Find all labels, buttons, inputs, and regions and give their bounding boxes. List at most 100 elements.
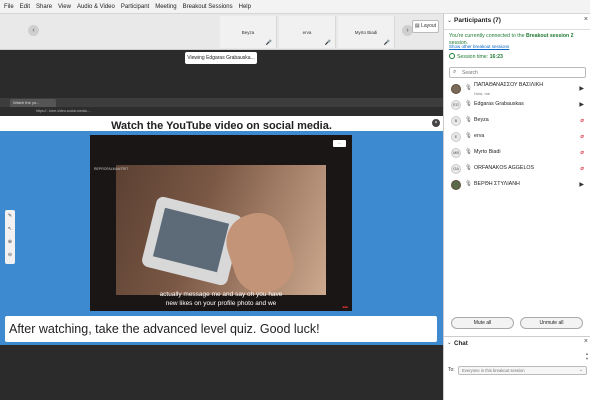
participant-role: Host, me <box>474 91 491 96</box>
app-window: File Edit Share View Audio & Video Parti… <box>0 0 590 400</box>
menu-help[interactable]: Help <box>236 0 254 14</box>
mic-icon: 🎙 <box>465 101 472 107</box>
session-time-value: 16:23 <box>489 54 503 60</box>
avatar: OA <box>451 164 461 174</box>
mic-icon: 🎙 <box>465 117 472 123</box>
shared-browser-url: https://...tube-video-social-media-... <box>36 109 91 113</box>
pen-icon[interactable]: ✎ <box>5 210 15 223</box>
zoom-out-icon[interactable]: ⊖ <box>5 249 15 262</box>
mic-icon: 🎙 <box>465 165 472 171</box>
youtube-video[interactable]: REPROFALMANTRIT ... actually message me … <box>90 135 352 311</box>
menu-breakout-sessions[interactable]: Breakout Sessions <box>180 0 236 14</box>
layout-button[interactable]: ▤ Layout <box>412 20 439 33</box>
video-icon: ▶ <box>579 102 584 108</box>
menu-audio-video[interactable]: Audio & Video <box>74 0 118 14</box>
video-strip: ‹ ΠΑΠΑΘ... ΒΕΡΘΗ ΣΤΥΛΙΑΝΗ Edgaras Grabau… <box>0 14 443 325</box>
slide-header: Watch the YouTube video on social media.… <box>0 116 443 132</box>
mic-off-icon: ⌀ <box>580 134 584 140</box>
mic-off-icon: ⌀ <box>580 166 584 172</box>
close-icon[interactable]: × <box>584 338 588 345</box>
chat-header: ⌄ Chat × <box>444 336 590 348</box>
participant-row[interactable]: EG 🎙 Edgaras Grabauskas ▶ <box>444 97 590 113</box>
avatar: MB <box>451 148 461 158</box>
chevron-down-icon[interactable]: ⌄ <box>447 340 452 346</box>
show-other-sessions-link[interactable]: Show other breakout sessions <box>449 44 509 49</box>
session-time: Session time: 16:23 <box>449 53 503 60</box>
chevron-down-icon[interactable]: ⌄ <box>447 17 452 24</box>
participant-name: ORFANAKOS AGGELOS <box>474 165 535 171</box>
mic-off-icon: 🎤 <box>265 40 272 46</box>
video-brand-mark: ■■■ <box>342 305 348 309</box>
video-icon: ▶ <box>579 182 584 188</box>
menu-participant[interactable]: Participant <box>118 0 152 14</box>
close-icon[interactable]: × <box>584 16 588 23</box>
mic-off-icon: 🎤 <box>324 40 331 46</box>
avatar: E <box>451 132 461 142</box>
unmute-all-button[interactable]: Unmute all <box>520 317 583 329</box>
participant-row[interactable]: OA 🎙 ORFANAKOS AGGELOS ⌀ <box>444 161 590 177</box>
participant-search[interactable]: ⌕ <box>449 67 586 78</box>
participant-name: ΠΑΠΑΘΑΝΑΣΣΟΥ ΒΑΣΙΛΙΚΗ <box>474 82 544 88</box>
participant-name: Beyza <box>474 117 489 123</box>
viewing-label: Viewing Edgaras Grabauska... <box>185 52 257 64</box>
chevron-down-icon: ⌄ <box>578 367 583 373</box>
close-icon: × <box>432 119 440 127</box>
mic-icon: 🎙 <box>465 133 472 139</box>
participant-row[interactable]: 🎙 ΒΕΡΘΗ ΣΤΥΛΙΑΝΗ ▶ <box>444 177 590 193</box>
chat-recipient-select[interactable]: Everyone in this breakout session ⌄ <box>458 366 587 375</box>
participant-name: Edgaras Grabauskas <box>474 101 524 107</box>
strip-prev-icon[interactable]: ‹ <box>28 25 39 36</box>
search-input[interactable] <box>462 69 582 77</box>
search-icon: ⌕ <box>453 69 457 75</box>
menu-file[interactable]: File <box>1 0 17 14</box>
participant-row[interactable]: B 🎙 Beyza ⌀ <box>444 113 590 129</box>
video-tile[interactable]: erva 🎤 <box>279 16 336 48</box>
shared-browser-tab: Watch the yo... <box>10 99 56 107</box>
notice-prefix: You're currently connected to the <box>449 33 526 39</box>
video-tile[interactable]: Beyza 🎤 <box>220 16 277 48</box>
participant-name: ΒΕΡΘΗ ΣΤΥΛΙΑΝΗ <box>474 181 520 187</box>
participant-name: erva <box>474 133 485 139</box>
menu-edit[interactable]: Edit <box>17 0 33 14</box>
mic-icon: 🎙 <box>465 181 472 187</box>
avatar: B <box>451 116 461 126</box>
layout-label: Layout <box>421 23 437 29</box>
participants-header: ⌄ Participants (7) × <box>444 14 590 30</box>
mic-off-icon: 🎤 <box>383 40 390 46</box>
zoom-in-icon[interactable]: ⊕ <box>5 236 15 249</box>
tile-name: erva <box>302 30 312 35</box>
shared-browser-tabbar: Watch the yo... <box>0 98 443 107</box>
participant-list: 🎙 ΠΑΠΑΘΑΝΑΣΣΟΥ ΒΑΣΙΛΙΚΗ Host, me ▶ EG 🎙 … <box>444 81 590 193</box>
chat-to-label: To: <box>448 367 455 373</box>
avatar <box>451 84 461 94</box>
chat-scrollbar[interactable]: ▲ ▼ <box>585 351 589 363</box>
chat-title: Chat <box>454 340 468 347</box>
session-time-label: Session time: <box>457 54 490 60</box>
menu-view[interactable]: View <box>55 0 74 14</box>
menu-bar: File Edit Share View Audio & Video Parti… <box>0 0 590 14</box>
subtitle-line: new likes on your profile photo and we <box>165 300 277 307</box>
participant-row[interactable]: E 🎙 erva ⌀ <box>444 129 590 145</box>
shared-browser-urlbar: https://...tube-video-social-media-... <box>0 107 443 116</box>
clock-icon <box>449 53 455 59</box>
mic-off-icon: ⌀ <box>580 150 584 156</box>
tile-name: Beyza <box>241 30 255 35</box>
participant-row[interactable]: MB 🎙 Myrto Biadi ⌀ <box>444 145 590 161</box>
menu-meeting[interactable]: Meeting <box>152 0 179 14</box>
notice-session: Breakout session 2 <box>525 33 574 39</box>
participant-row[interactable]: 🎙 ΠΑΠΑΘΑΝΑΣΣΟΥ ΒΑΣΙΛΙΚΗ Host, me ▶ <box>444 81 590 97</box>
video-tile[interactable]: Myrto Biadi 🎤 <box>338 16 395 48</box>
pointer-icon[interactable]: ↖ <box>5 223 15 236</box>
mic-icon: 🎙 <box>465 85 472 91</box>
participant-name: Myrto Biadi <box>474 149 501 155</box>
subtitle-line: actually message me and say oh you have <box>159 291 283 298</box>
video-more-button[interactable]: ... <box>333 140 346 147</box>
menu-share[interactable]: Share <box>33 0 55 14</box>
chat-recipient-value: Everyone in this breakout session <box>462 368 525 373</box>
mute-all-button[interactable]: Mute all <box>451 317 514 329</box>
video-channel: REPROFALMANTRIT <box>94 167 129 171</box>
tile-name: Myrto Biadi <box>354 30 378 35</box>
mic-off-icon: ⌀ <box>580 118 584 124</box>
mic-icon: 🎙 <box>465 149 472 155</box>
participants-title: Participants (7) <box>454 17 501 24</box>
